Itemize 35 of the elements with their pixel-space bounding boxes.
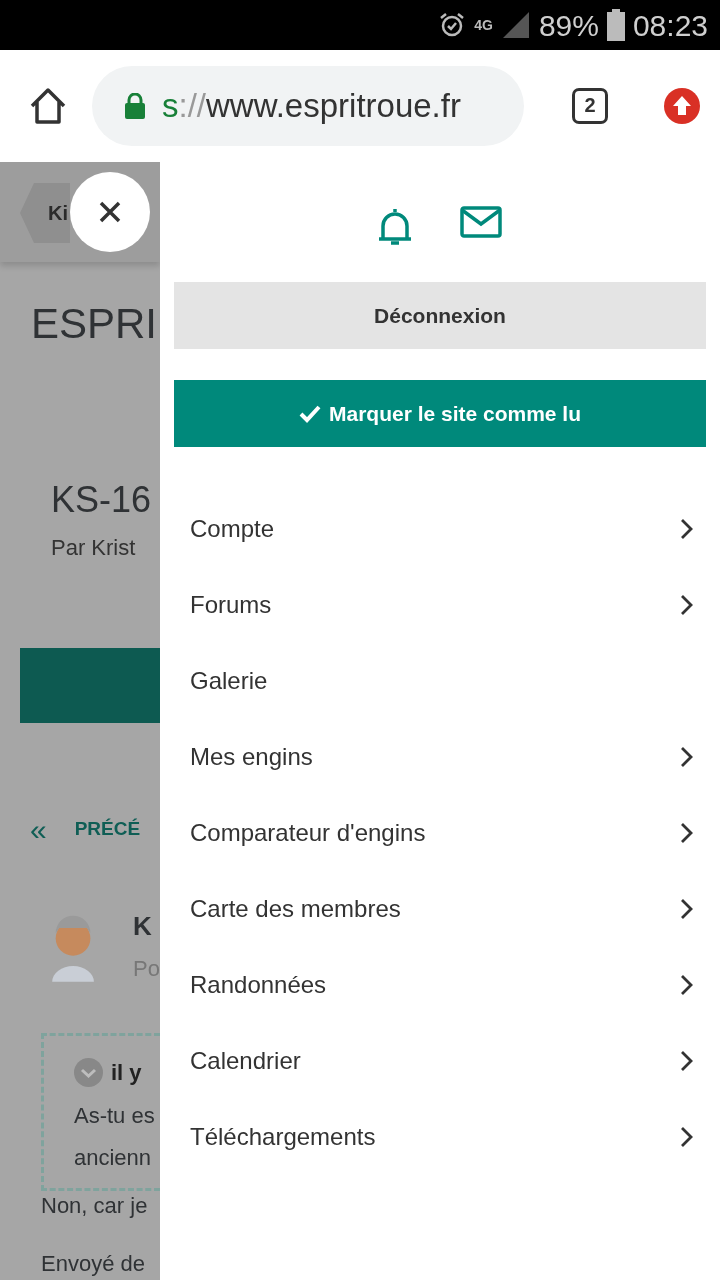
lock-icon xyxy=(124,93,146,119)
post-text: Non, car je xyxy=(41,1192,149,1220)
address-bar[interactable]: s://www.espritroue.fr xyxy=(92,66,524,146)
quote-text: As-tu es xyxy=(74,1102,156,1130)
mail-icon[interactable] xyxy=(460,206,502,238)
bell-icon[interactable] xyxy=(378,206,412,246)
menu-item[interactable]: Téléchargements xyxy=(174,1099,706,1175)
logout-button[interactable]: Déconnexion xyxy=(174,282,706,349)
signature-text: Envoyé de xyxy=(41,1250,146,1278)
thread-title: KS-16 xyxy=(51,478,153,522)
menu-item[interactable]: Randonnées xyxy=(174,947,706,1023)
upload-icon[interactable] xyxy=(664,88,700,124)
menu-item[interactable]: Mes engins xyxy=(174,719,706,795)
menu-item[interactable]: Galerie xyxy=(174,643,706,719)
home-icon[interactable] xyxy=(28,86,68,126)
thread-author: Par Krist xyxy=(51,534,137,562)
menu-item[interactable]: Carte des membres xyxy=(174,871,706,947)
post-author: K xyxy=(133,910,153,943)
tab-count-button[interactable]: 2 xyxy=(572,88,608,124)
clock-time: 08:23 xyxy=(632,7,708,44)
mark-read-button[interactable]: Marquer le site comme lu xyxy=(174,380,706,447)
quote-text: ancienn xyxy=(74,1144,153,1172)
close-icon xyxy=(99,201,121,223)
menu-item[interactable]: Comparateur d'engins xyxy=(174,795,706,871)
quote-title: il y xyxy=(111,1059,142,1087)
battery-icon xyxy=(606,9,625,41)
page-title: ESPRI xyxy=(31,299,159,349)
menu-item[interactable]: Forums xyxy=(174,567,706,643)
battery-percent: 89% xyxy=(538,7,599,44)
check-icon xyxy=(298,404,321,423)
network-label: 4G xyxy=(474,15,493,35)
menu-item[interactable]: Calendrier xyxy=(174,1023,706,1099)
breadcrumb-link[interactable]: Ki xyxy=(20,183,70,243)
menu-item[interactable]: Compte xyxy=(174,491,706,567)
url-text: s://www.espritroue.fr xyxy=(162,86,461,127)
